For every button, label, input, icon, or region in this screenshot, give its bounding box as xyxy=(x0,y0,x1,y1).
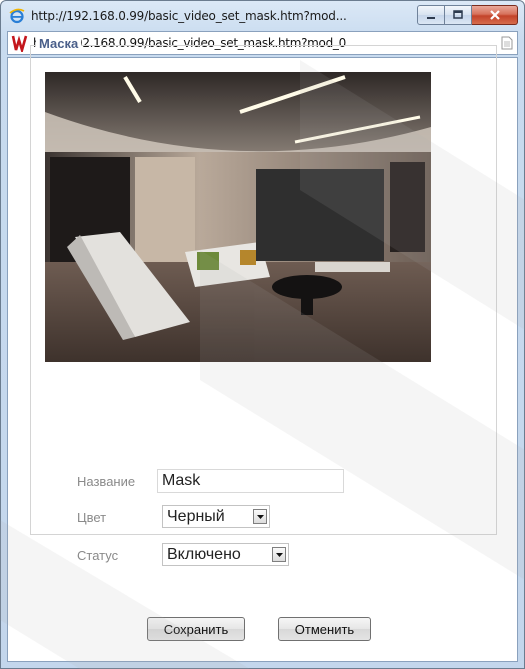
maximize-button[interactable] xyxy=(445,5,472,25)
close-button[interactable] xyxy=(472,5,518,25)
close-icon xyxy=(489,10,500,20)
name-label: Название xyxy=(77,474,136,489)
mask-legend: Маска xyxy=(36,36,82,51)
status-label: Статус xyxy=(77,548,119,563)
window-title: http://192.168.0.99/basic_video_set_mask… xyxy=(31,9,347,23)
video-preview[interactable] xyxy=(45,72,431,362)
name-input[interactable] xyxy=(157,469,344,493)
status-select[interactable]: Включено xyxy=(162,543,289,566)
dropdown-arrow-icon xyxy=(253,509,267,524)
cancel-button[interactable]: Отменить xyxy=(278,617,371,641)
status-select-value: Включено xyxy=(167,546,241,563)
window-controls xyxy=(417,5,518,25)
minimize-icon xyxy=(427,17,435,19)
color-select-value: Черный xyxy=(167,508,225,525)
dropdown-arrow-icon xyxy=(272,547,286,562)
minimize-button[interactable] xyxy=(417,5,445,25)
ie-icon xyxy=(9,8,25,24)
privacy-mask-overlay[interactable] xyxy=(256,169,384,261)
page-icon xyxy=(501,36,513,50)
maximize-icon xyxy=(453,10,463,19)
save-button[interactable]: Сохранить xyxy=(147,617,245,641)
title-bar[interactable]: http://192.168.0.99/basic_video_set_mask… xyxy=(1,1,524,31)
color-label: Цвет xyxy=(77,510,107,525)
camera-web-icon xyxy=(11,34,29,52)
color-select[interactable]: Черный xyxy=(162,505,270,528)
